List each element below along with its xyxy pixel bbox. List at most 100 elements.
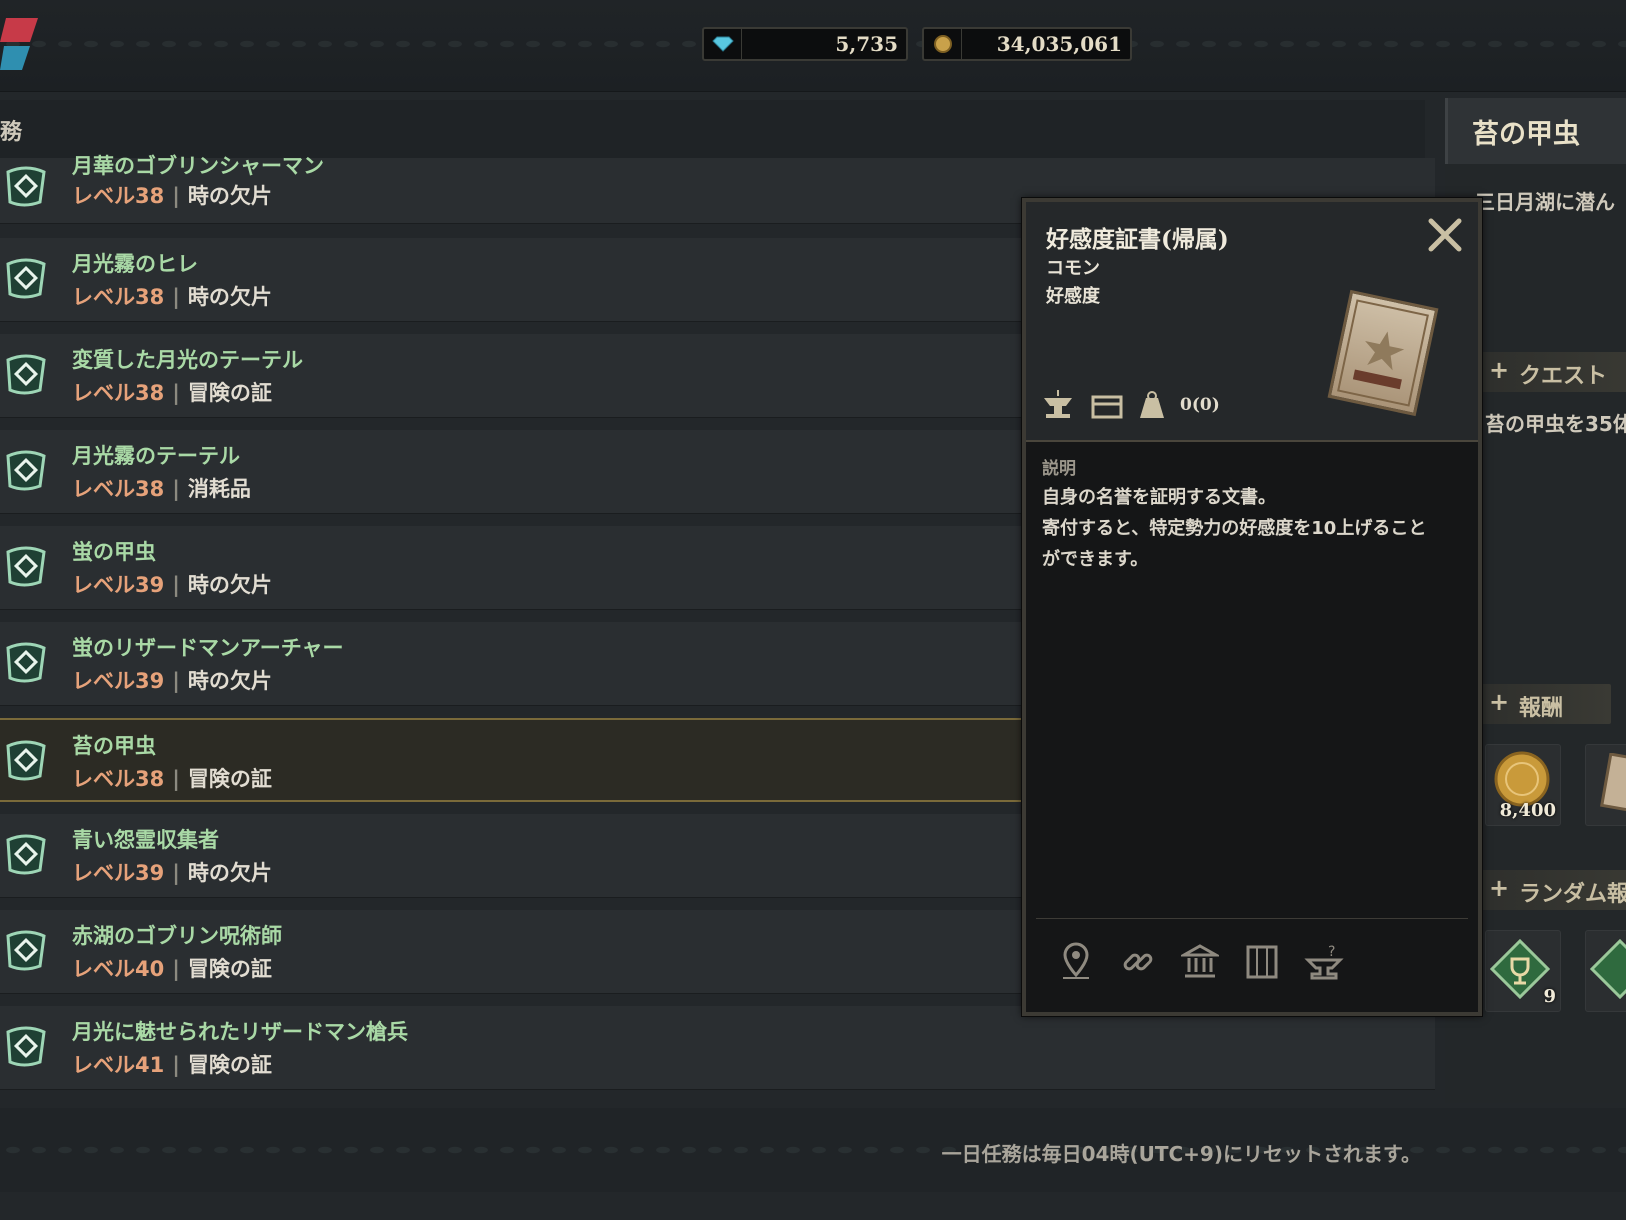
diamond-icon (711, 36, 734, 52)
trophy-badge-icon (1590, 939, 1626, 999)
random-reward-slot[interactable]: 9 (1485, 930, 1561, 1012)
quest-level: レベル38 (72, 184, 165, 208)
quest-title: 変質した月光のテーテル (72, 348, 303, 372)
detail-title: 苔の甲虫 (1472, 119, 1580, 150)
quest-category: 冒険の証 (187, 767, 272, 791)
quest-level: レベル39 (72, 861, 165, 885)
quest-category: 時の欠片 (187, 861, 272, 885)
quest-meta: レベル38 | 冒険の証 (72, 377, 272, 407)
quest-meta: レベル38 | 冒険の証 (72, 763, 272, 793)
quest-title: 蛍のリザードマンアーチャー (72, 636, 344, 660)
chest-icon (1091, 395, 1123, 419)
quest-meta: レベル38 | 消耗品 (72, 473, 251, 503)
quest-level: レベル41 (72, 1053, 165, 1077)
meta-separator: | (172, 861, 180, 885)
reward-section-label: 報酬 (1519, 696, 1564, 721)
quest-level: レベル40 (72, 957, 165, 981)
bank-icon[interactable] (1180, 942, 1220, 982)
quest-scroll-icon (6, 166, 46, 207)
certificate-icon (1600, 753, 1626, 813)
gold-currency: 34,035,061 (922, 27, 1132, 61)
description-line: 寄付すると、特定勢力の好感度を10上げること (1042, 518, 1427, 539)
quest-title: 苔の甲虫 (72, 734, 156, 758)
quest-category: 消耗品 (187, 477, 251, 501)
quest-level: レベル39 (72, 669, 165, 693)
quest-level: レベル38 (72, 767, 165, 791)
anvil-icon[interactable]: ? (1304, 942, 1344, 982)
quest-category: 冒険の証 (187, 1053, 272, 1077)
expand-icon: + (1489, 356, 1510, 384)
meta-separator: | (172, 1053, 180, 1077)
expand-icon: + (1489, 874, 1510, 902)
item-description: 自身の名誉を証明する文書。 寄付すると、特定勢力の好感度を10上げること ができ… (1042, 482, 1472, 575)
quest-title: 月光に魅せられたリザードマン槍兵 (72, 1020, 408, 1044)
random-reward-section-label: ランダム報 (1519, 882, 1626, 907)
expand-icon: + (1489, 688, 1510, 716)
star-seal-icon (1337, 299, 1429, 407)
quest-category: 時の欠片 (187, 184, 272, 208)
description-line: ができます。 (1042, 549, 1149, 570)
tooltip-action-bar: ? (1036, 918, 1468, 1004)
gold-coin-icon (933, 35, 952, 53)
meta-separator: | (172, 573, 180, 597)
item-tooltip: 好感度証書(帰属) コモン 好感度 0(0) 説明 自身の名誉を証明する文書。 … (1021, 197, 1483, 1017)
reward-section-header[interactable]: + 報酬 (1479, 684, 1611, 724)
meta-separator: | (172, 957, 180, 981)
quest-objective: 苔の甲虫を35体 (1485, 412, 1626, 436)
anvil-icon (1044, 390, 1072, 418)
quest-category: 時の欠片 (187, 669, 272, 693)
random-reward-section-header[interactable]: + ランダム報 (1479, 870, 1626, 910)
quest-section-header[interactable]: + クエスト (1479, 352, 1626, 392)
quest-category: 冒険の証 (187, 381, 272, 405)
quest-level: レベル38 (72, 477, 165, 501)
link-icon[interactable] (1118, 942, 1158, 982)
reset-notice: 一日任務は毎日04時(UTC+9)にリセットされます。 (941, 1142, 1421, 1166)
gold-amount: 34,035,061 (996, 32, 1122, 56)
meta-separator: | (172, 477, 180, 501)
quest-level: レベル38 (72, 285, 165, 309)
game-logo-icon[interactable] (0, 16, 40, 72)
quest-title: 月光霧のテーテル (72, 444, 240, 468)
description-label: 説明 (1042, 459, 1076, 479)
tooltip-header: 好感度証書(帰属) コモン 好感度 0(0) (1026, 202, 1478, 442)
reward-slot-gold[interactable]: 8,400 (1485, 744, 1561, 826)
top-bar: 5,735 34,035,061 (0, 0, 1626, 92)
random-reward-slot[interactable] (1585, 930, 1626, 1012)
storage-icon[interactable] (1242, 942, 1282, 982)
list-header-label: 務 (0, 120, 23, 145)
close-icon[interactable] (1426, 216, 1464, 254)
detail-title-bar: 苔の甲虫 (1445, 98, 1626, 164)
diamond-currency: 5,735 (702, 27, 908, 61)
quest-scroll-icon (6, 450, 46, 491)
quest-scroll-icon (6, 834, 46, 875)
quest-scroll-icon (6, 930, 46, 971)
quest-section-label: クエスト (1519, 364, 1608, 389)
trophy-badge-icon (1490, 939, 1550, 999)
item-rarity: コモン (1046, 258, 1100, 279)
quest-scroll-icon (6, 740, 46, 781)
quest-level: レベル38 (72, 381, 165, 405)
quest-row[interactable]: 月光に魅せられたリザードマン槍兵 レベル41 | 冒険の証 (0, 1006, 1435, 1090)
quest-scroll-icon (6, 642, 46, 683)
quest-scroll-icon (6, 258, 46, 299)
quest-category: 時の欠片 (187, 285, 272, 309)
map-pin-icon[interactable] (1056, 941, 1096, 982)
description-line: 自身の名誉を証明する文書。 (1042, 487, 1276, 508)
reward-slot-document[interactable] (1585, 744, 1626, 826)
item-stats: 0(0) (1040, 388, 1220, 422)
svg-text:?: ? (1328, 944, 1335, 960)
quest-meta: レベル39 | 時の欠片 (72, 857, 272, 887)
quest-meta: レベル39 | 時の欠片 (72, 665, 272, 695)
meta-separator: | (172, 767, 180, 791)
footer-bar: 一日任務は毎日04時(UTC+9)にリセットされます。 (0, 1108, 1626, 1192)
quest-meta: レベル40 | 冒険の証 (72, 953, 272, 983)
quest-title: 月華のゴブリンシャーマン (72, 154, 324, 178)
quest-title: 赤湖のゴブリン呪術師 (72, 924, 282, 948)
meta-separator: | (172, 184, 180, 208)
quest-title: 青い怨霊収集者 (72, 828, 219, 852)
item-weight-value: 0(0) (1180, 395, 1220, 415)
quest-scroll-icon (6, 1026, 46, 1067)
diamond-amount: 5,735 (835, 32, 898, 56)
quest-title: 蛍の甲虫 (72, 540, 156, 564)
random-reward-count: 9 (1543, 986, 1556, 1007)
